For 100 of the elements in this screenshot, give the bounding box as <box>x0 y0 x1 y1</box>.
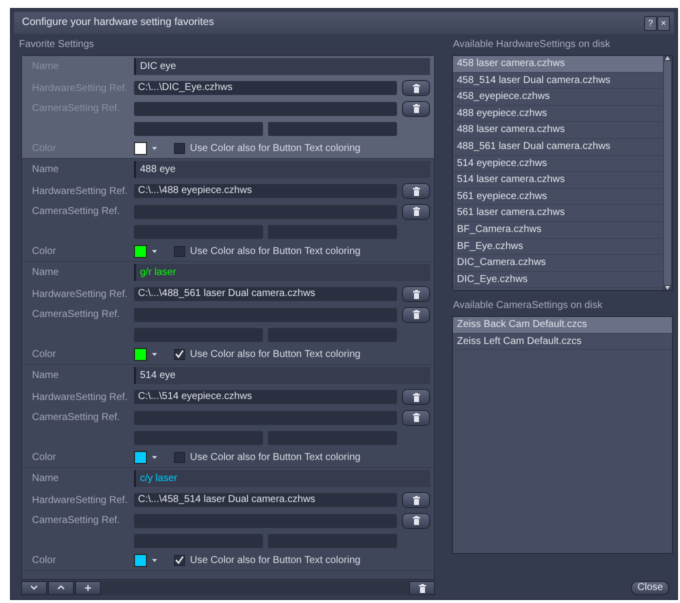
scrollbar[interactable] <box>663 56 672 290</box>
input-field[interactable] <box>134 328 263 342</box>
list-item[interactable]: Zeiss Back Cam Default.czcs <box>453 317 672 334</box>
name-field[interactable]: g/r laser <box>134 264 430 282</box>
list-item[interactable]: Zeiss Left Cam Default.czcs <box>453 334 672 350</box>
trash-icon <box>412 186 420 196</box>
chevron-up-icon <box>57 585 65 591</box>
list-item[interactable]: 488 eyepiece.czhws <box>453 106 663 122</box>
section-heading: Available CameraSettings on disk <box>452 299 604 313</box>
favorite-entry[interactable]: Name c/y laser HardwareSetting Ref. C:\...\458_514 laser Dual camera.czhws CameraSetting Ref. Color Use Color also for Button Text coloring <box>22 468 434 571</box>
name-field[interactable]: c/y laser <box>134 470 430 488</box>
clear-button[interactable] <box>402 204 430 220</box>
field-label: HardwareSetting Ref. <box>31 494 129 508</box>
list-item[interactable]: 488 laser camera.czhws <box>453 122 663 139</box>
clear-button[interactable] <box>402 512 430 529</box>
clear-button[interactable] <box>402 410 430 426</box>
hardware-ref-field[interactable]: C:\...\514 eyepiece.czhws <box>134 390 397 404</box>
hardware-ref-field[interactable]: C:\...\DIC_Eye.czhws <box>134 81 397 96</box>
caret-icon[interactable] <box>152 456 157 459</box>
color-swatch[interactable] <box>134 142 147 155</box>
toolbar-button[interactable] <box>48 581 74 595</box>
input-field[interactable] <box>268 328 397 342</box>
camera-ref-field[interactable] <box>134 308 397 322</box>
toolbar-button[interactable] <box>75 581 101 595</box>
clear-button[interactable] <box>402 80 430 96</box>
input-field[interactable] <box>134 224 263 239</box>
section-heading: Available HardwareSettings on disk <box>452 38 612 52</box>
list-item[interactable]: BF_Camera.czhws <box>453 222 663 239</box>
clear-button[interactable] <box>402 492 430 508</box>
caret-icon[interactable] <box>152 250 157 253</box>
name-field[interactable]: 488 eye <box>134 161 430 178</box>
hardware-ref-field[interactable]: C:\...\458_514 laser Dual camera.czhws <box>134 493 397 508</box>
caret-icon[interactable] <box>152 558 157 562</box>
clear-button[interactable] <box>402 389 430 406</box>
close-button[interactable]: Close <box>631 581 669 595</box>
hardware-ref-field[interactable]: C:\...\488_561 laser Dual camera.czhws <box>134 287 397 302</box>
camera-ref-field[interactable] <box>134 204 397 219</box>
checkbox-label: Use Color also for Button Text coloring <box>190 450 360 465</box>
trash-icon <box>418 584 426 592</box>
camera-ref-field[interactable] <box>134 514 397 528</box>
input-field[interactable] <box>268 534 397 548</box>
list-item[interactable]: 458 laser camera.czhws <box>453 56 663 73</box>
clear-button[interactable] <box>402 306 430 323</box>
list-item[interactable]: 561 eyepiece.czhws <box>453 188 663 206</box>
color-swatch[interactable] <box>134 554 147 567</box>
clear-button[interactable] <box>402 100 430 117</box>
list-item[interactable]: 514 eyepiece.czhws <box>453 156 663 172</box>
color-swatch[interactable] <box>134 450 147 464</box>
trash-icon <box>412 392 420 402</box>
input-field[interactable] <box>268 122 397 136</box>
checkbox[interactable] <box>174 452 185 463</box>
camera-ref-field[interactable] <box>134 410 397 425</box>
scroll-up-arrow-icon[interactable] <box>665 56 670 60</box>
list-item[interactable]: DIC_Eye.czhws <box>453 272 663 288</box>
checkbox-label: Use Color also for Button Text coloring <box>190 244 360 259</box>
delete-button[interactable] <box>409 581 435 595</box>
checkbox[interactable] <box>174 142 185 154</box>
trash-icon <box>412 516 420 526</box>
input-field[interactable] <box>268 224 397 239</box>
input-field[interactable] <box>134 534 263 548</box>
checkbox-label: Use Color also for Button Text coloring <box>190 554 360 568</box>
list-item[interactable]: 488_561 laser Dual camera.czhws <box>453 138 663 156</box>
list-item[interactable]: 561 laser camera.czhws <box>453 205 663 222</box>
list-item[interactable]: 514 laser camera.czhws <box>453 172 663 189</box>
hardware-ref-field[interactable]: C:\...\488 eyepiece.czhws <box>134 184 397 198</box>
list-item[interactable]: 458_514 laser Dual camera.czhws <box>453 72 663 90</box>
checkbox[interactable] <box>174 348 185 360</box>
name-field[interactable]: 514 eye <box>134 367 430 384</box>
input-field[interactable] <box>134 122 263 136</box>
list-item[interactable]: BF_Eye.czhws <box>453 238 663 256</box>
caret-icon[interactable] <box>152 146 157 150</box>
checkbox[interactable] <box>174 246 185 257</box>
help-button[interactable]: ? <box>644 16 657 30</box>
field-label: Color <box>31 450 57 465</box>
list-item[interactable]: DIC_Camera.czhws <box>453 255 663 272</box>
clear-button[interactable] <box>402 286 430 302</box>
trash-icon <box>412 310 420 320</box>
checkmark-icon <box>175 556 184 564</box>
caret-icon[interactable] <box>152 352 157 356</box>
trash-icon <box>412 496 420 505</box>
toolbar-button[interactable] <box>21 581 47 595</box>
checkbox[interactable] <box>174 554 185 566</box>
color-swatch[interactable] <box>134 348 147 361</box>
clear-button[interactable] <box>402 183 430 200</box>
input-field[interactable] <box>134 430 263 445</box>
input-field[interactable] <box>268 430 397 445</box>
close-button[interactable]: × <box>657 16 670 30</box>
favorite-entry[interactable]: Name g/r laser HardwareSetting Ref. C:\...\488_561 laser Dual camera.czhws CameraSetting Ref. Color Use Color also for Button Text coloring <box>22 262 434 365</box>
color-swatch[interactable] <box>134 244 147 258</box>
trash-icon <box>412 84 420 93</box>
field-label: HardwareSetting Ref. <box>31 390 129 405</box>
camera-ref-field[interactable] <box>134 102 397 116</box>
field-label: HardwareSetting Ref. <box>31 288 129 302</box>
field-label: CameraSetting Ref. <box>31 205 121 220</box>
list-item[interactable]: 458_eyepiece.czhws <box>453 89 663 106</box>
trash-icon <box>412 104 420 114</box>
favorite-entry[interactable]: Name 488 eye HardwareSetting Ref. C:\...\488 eyepiece.czhws CameraSetting Ref. Color Use Color also for Button Text coloring <box>22 159 434 262</box>
name-field[interactable]: DIC eye <box>134 58 430 76</box>
favorite-entry[interactable]: Name 514 eye HardwareSetting Ref. C:\...\514 eyepiece.czhws CameraSetting Ref. Color Use Color also for Button Text coloring <box>22 365 434 468</box>
scroll-down-arrow-icon[interactable] <box>665 286 670 290</box>
